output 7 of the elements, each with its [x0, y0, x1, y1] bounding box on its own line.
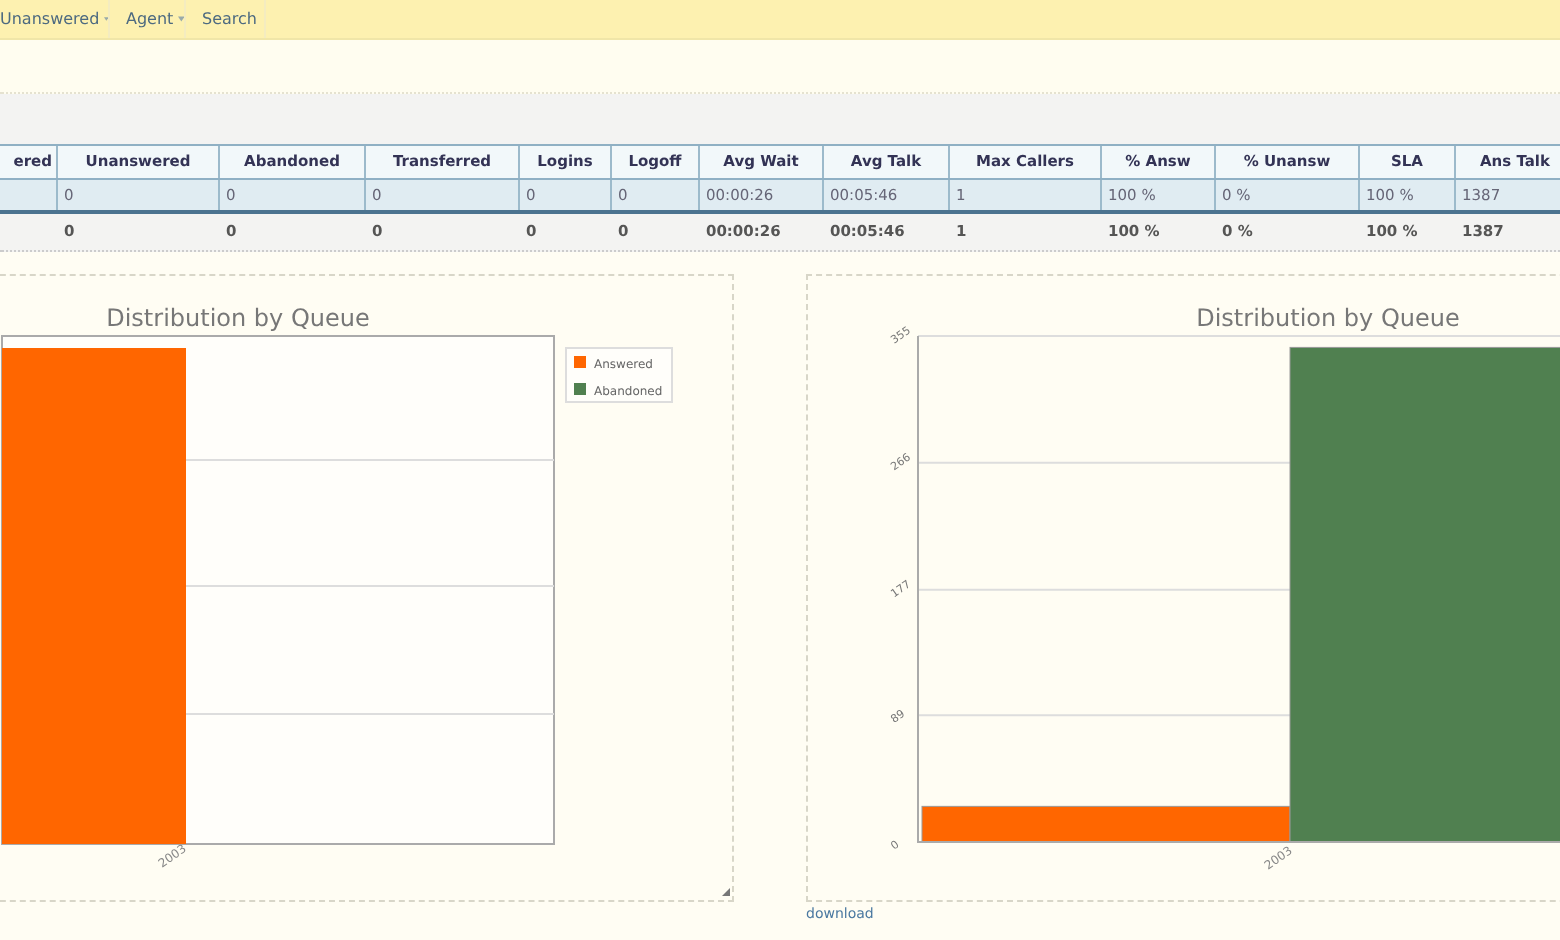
chart-legend	[565, 347, 673, 403]
nav-menu-item[interactable]: Agent	[110, 0, 186, 38]
resize-handle-icon	[722, 888, 730, 896]
chart-title: Distribution by Queue	[106, 304, 370, 332]
nav-menu-item[interactable]: Search	[186, 0, 266, 38]
nav-menu-item[interactable]: Unanswered	[0, 0, 110, 38]
chart-title: Distribution by Queue	[1196, 304, 1460, 332]
